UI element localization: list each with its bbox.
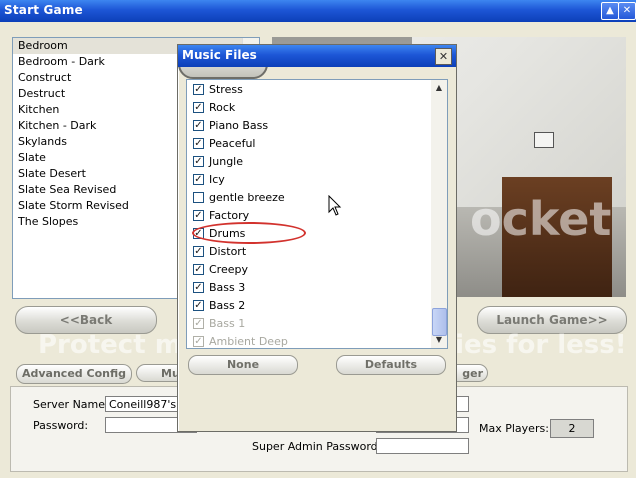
- mouse-cursor-icon: [328, 195, 342, 216]
- checkbox-checked[interactable]: ✓: [193, 246, 204, 257]
- defaults-button[interactable]: Defaults: [336, 355, 446, 375]
- checkbox-checked[interactable]: ✓: [193, 138, 204, 149]
- checkmark-icon: ✓: [194, 210, 203, 221]
- preview-dresser: [502, 177, 612, 297]
- checkbox-checked[interactable]: ✓: [193, 102, 204, 113]
- super-admin-password-field[interactable]: [376, 438, 469, 454]
- checkmark-icon: ✓: [194, 156, 203, 167]
- checkmark-icon: ✓: [194, 264, 203, 275]
- music-track-label: Peaceful: [209, 137, 256, 150]
- checkbox-checked[interactable]: ✓: [193, 300, 204, 311]
- checkmark-icon: ✓: [194, 246, 203, 257]
- music-files-dialog: Music Files ✕ ✓ Stress ✓ Rock ✓ Piano Bass ✓ Pe…: [177, 44, 457, 432]
- start-game-window: Start Game ▲ ✕ Bedroom Bedroom - Dark Cons…: [0, 0, 636, 478]
- music-track-label: Stress: [209, 83, 243, 96]
- max-players-field[interactable]: 2: [550, 419, 594, 438]
- checkbox-checked[interactable]: ✓: [193, 282, 204, 293]
- music-track-label: Rock: [209, 101, 236, 114]
- music-list-scrollbar[interactable]: ▲ ▼: [431, 80, 447, 348]
- dialog-title: Music Files: [182, 48, 257, 62]
- checkbox-checked[interactable]: ✓: [193, 210, 204, 221]
- super-admin-password-label: Super Admin Password:: [252, 440, 382, 453]
- checkmark-icon: ✓: [194, 84, 203, 95]
- annotation-circle: [192, 222, 306, 244]
- server-name-label: Server Name:: [33, 398, 109, 411]
- music-track-label: Icy: [209, 173, 225, 186]
- music-track-label: Bass 1: [209, 317, 246, 330]
- checkbox-checked[interactable]: ✓: [193, 336, 204, 347]
- scroll-thumb[interactable]: [432, 308, 447, 336]
- scroll-down-icon[interactable]: ▼: [433, 334, 445, 346]
- up-arrow-icon[interactable]: ▲: [601, 2, 619, 20]
- checkmark-icon: ✓: [194, 102, 203, 113]
- checkmark-icon: ✓: [194, 318, 203, 329]
- none-button[interactable]: None: [188, 355, 298, 375]
- checkbox-unchecked[interactable]: [193, 192, 204, 203]
- checkmark-icon: ✓: [194, 138, 203, 149]
- checkmark-icon: ✓: [194, 336, 203, 347]
- checkbox-checked[interactable]: ✓: [193, 84, 204, 95]
- music-track-label: Jungle: [209, 155, 243, 168]
- music-track-label: gentle breeze: [209, 191, 285, 204]
- checkmark-icon: ✓: [194, 174, 203, 185]
- close-icon[interactable]: ✕: [435, 48, 452, 65]
- music-track-label: Bass 2: [209, 299, 246, 312]
- preview-lamp: [534, 132, 554, 148]
- music-track-label: Piano Bass: [209, 119, 269, 132]
- music-track-label: Distort: [209, 245, 247, 258]
- launch-game-button[interactable]: Launch Game>>: [477, 306, 627, 334]
- back-button[interactable]: <<Back: [15, 306, 157, 334]
- music-track-label: Creepy: [209, 263, 248, 276]
- max-players-label: Max Players:: [479, 422, 549, 435]
- title-bar: Start Game ▲ ✕: [0, 0, 636, 22]
- checkbox-checked[interactable]: ✓: [193, 264, 204, 275]
- tab-advanced-config[interactable]: Advanced Config: [16, 364, 132, 384]
- checkmark-icon: ✓: [194, 300, 203, 311]
- checkbox-checked[interactable]: ✓: [193, 318, 204, 329]
- checkmark-icon: ✓: [194, 120, 203, 131]
- window-title: Start Game: [4, 3, 83, 17]
- checkbox-checked[interactable]: ✓: [193, 120, 204, 131]
- music-track-label: Bass 3: [209, 281, 246, 294]
- checkbox-checked[interactable]: ✓: [193, 156, 204, 167]
- password-label: Password:: [33, 419, 89, 432]
- scroll-up-icon[interactable]: ▲: [433, 82, 445, 94]
- dialog-title-bar: Music Files ✕: [178, 45, 456, 67]
- close-icon[interactable]: ✕: [618, 2, 636, 20]
- music-track-label: Ambient Deep: [209, 335, 288, 348]
- checkbox-checked[interactable]: ✓: [193, 174, 204, 185]
- music-track-list: ✓ Stress ✓ Rock ✓ Piano Bass ✓ Peaceful ✓ Jungle ✓…: [186, 79, 448, 349]
- checkmark-icon: ✓: [194, 282, 203, 293]
